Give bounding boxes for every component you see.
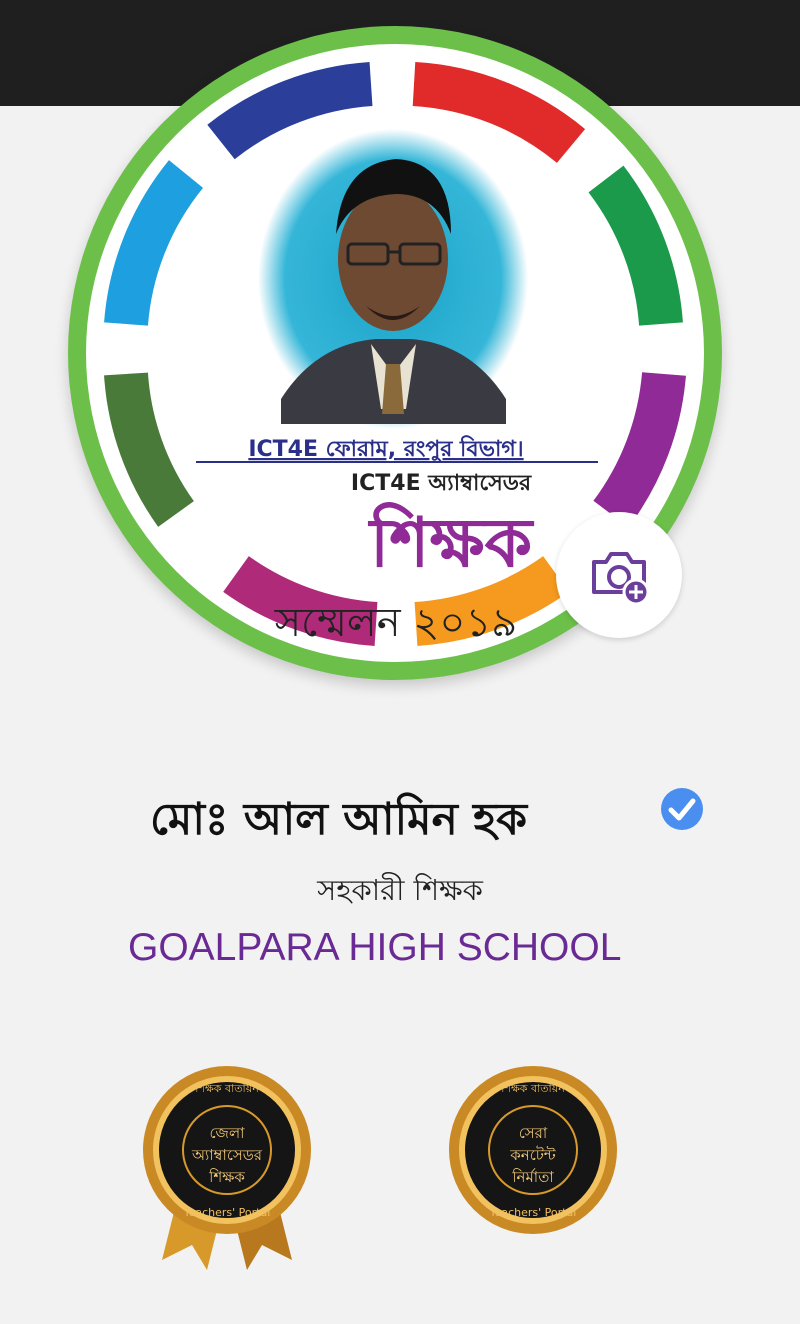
badge-line: সেরা [518,1124,548,1142]
profile-designation: সহকারী শিক্ষক [317,873,483,907]
verified-check-icon [661,788,703,830]
badge-arc-bottom: Teachers' Portal [183,1206,271,1219]
badge-district-ambassador[interactable]: শিক্ষক বাতায়ন Teachers' Portal জেলা অ্য… [142,1060,312,1270]
badge-line: জেলা [209,1124,245,1142]
badge-best-content-creator[interactable]: শিক্ষক বাতায়ন Teachers' Portal সেরা কনট… [448,1060,618,1270]
profile-name: মোঃ আল আমিন হক [150,794,528,845]
cover-line-2: ICT4E অ্যাম্বাসেডর [351,471,532,496]
cover-line-4: সম্মেলন ২০১৯ [274,600,518,646]
cover-line-1: ICT4E ফোরাম, রংপুর বিভাগ। [248,435,523,463]
profile-school[interactable]: GOALPARA HIGH SCHOOL [128,926,668,970]
badge-line: নির্মাতা [512,1168,554,1186]
badge-line: শিক্ষক [209,1168,245,1186]
badge-line: অ্যাম্বাসেডর [191,1146,263,1164]
cover-line-3: শিক্ষক [368,501,535,583]
badge-arc-top: শিক্ষক বাতায়ন [194,1082,259,1095]
badge-line: কনটেন্ট [510,1146,556,1164]
camera-plus-icon [592,552,650,606]
badge-arc-bottom: Teachers' Portal [489,1206,577,1219]
badge-arc-top: শিক্ষক বাতায়ন [500,1082,565,1095]
change-photo-button[interactable] [556,512,682,638]
